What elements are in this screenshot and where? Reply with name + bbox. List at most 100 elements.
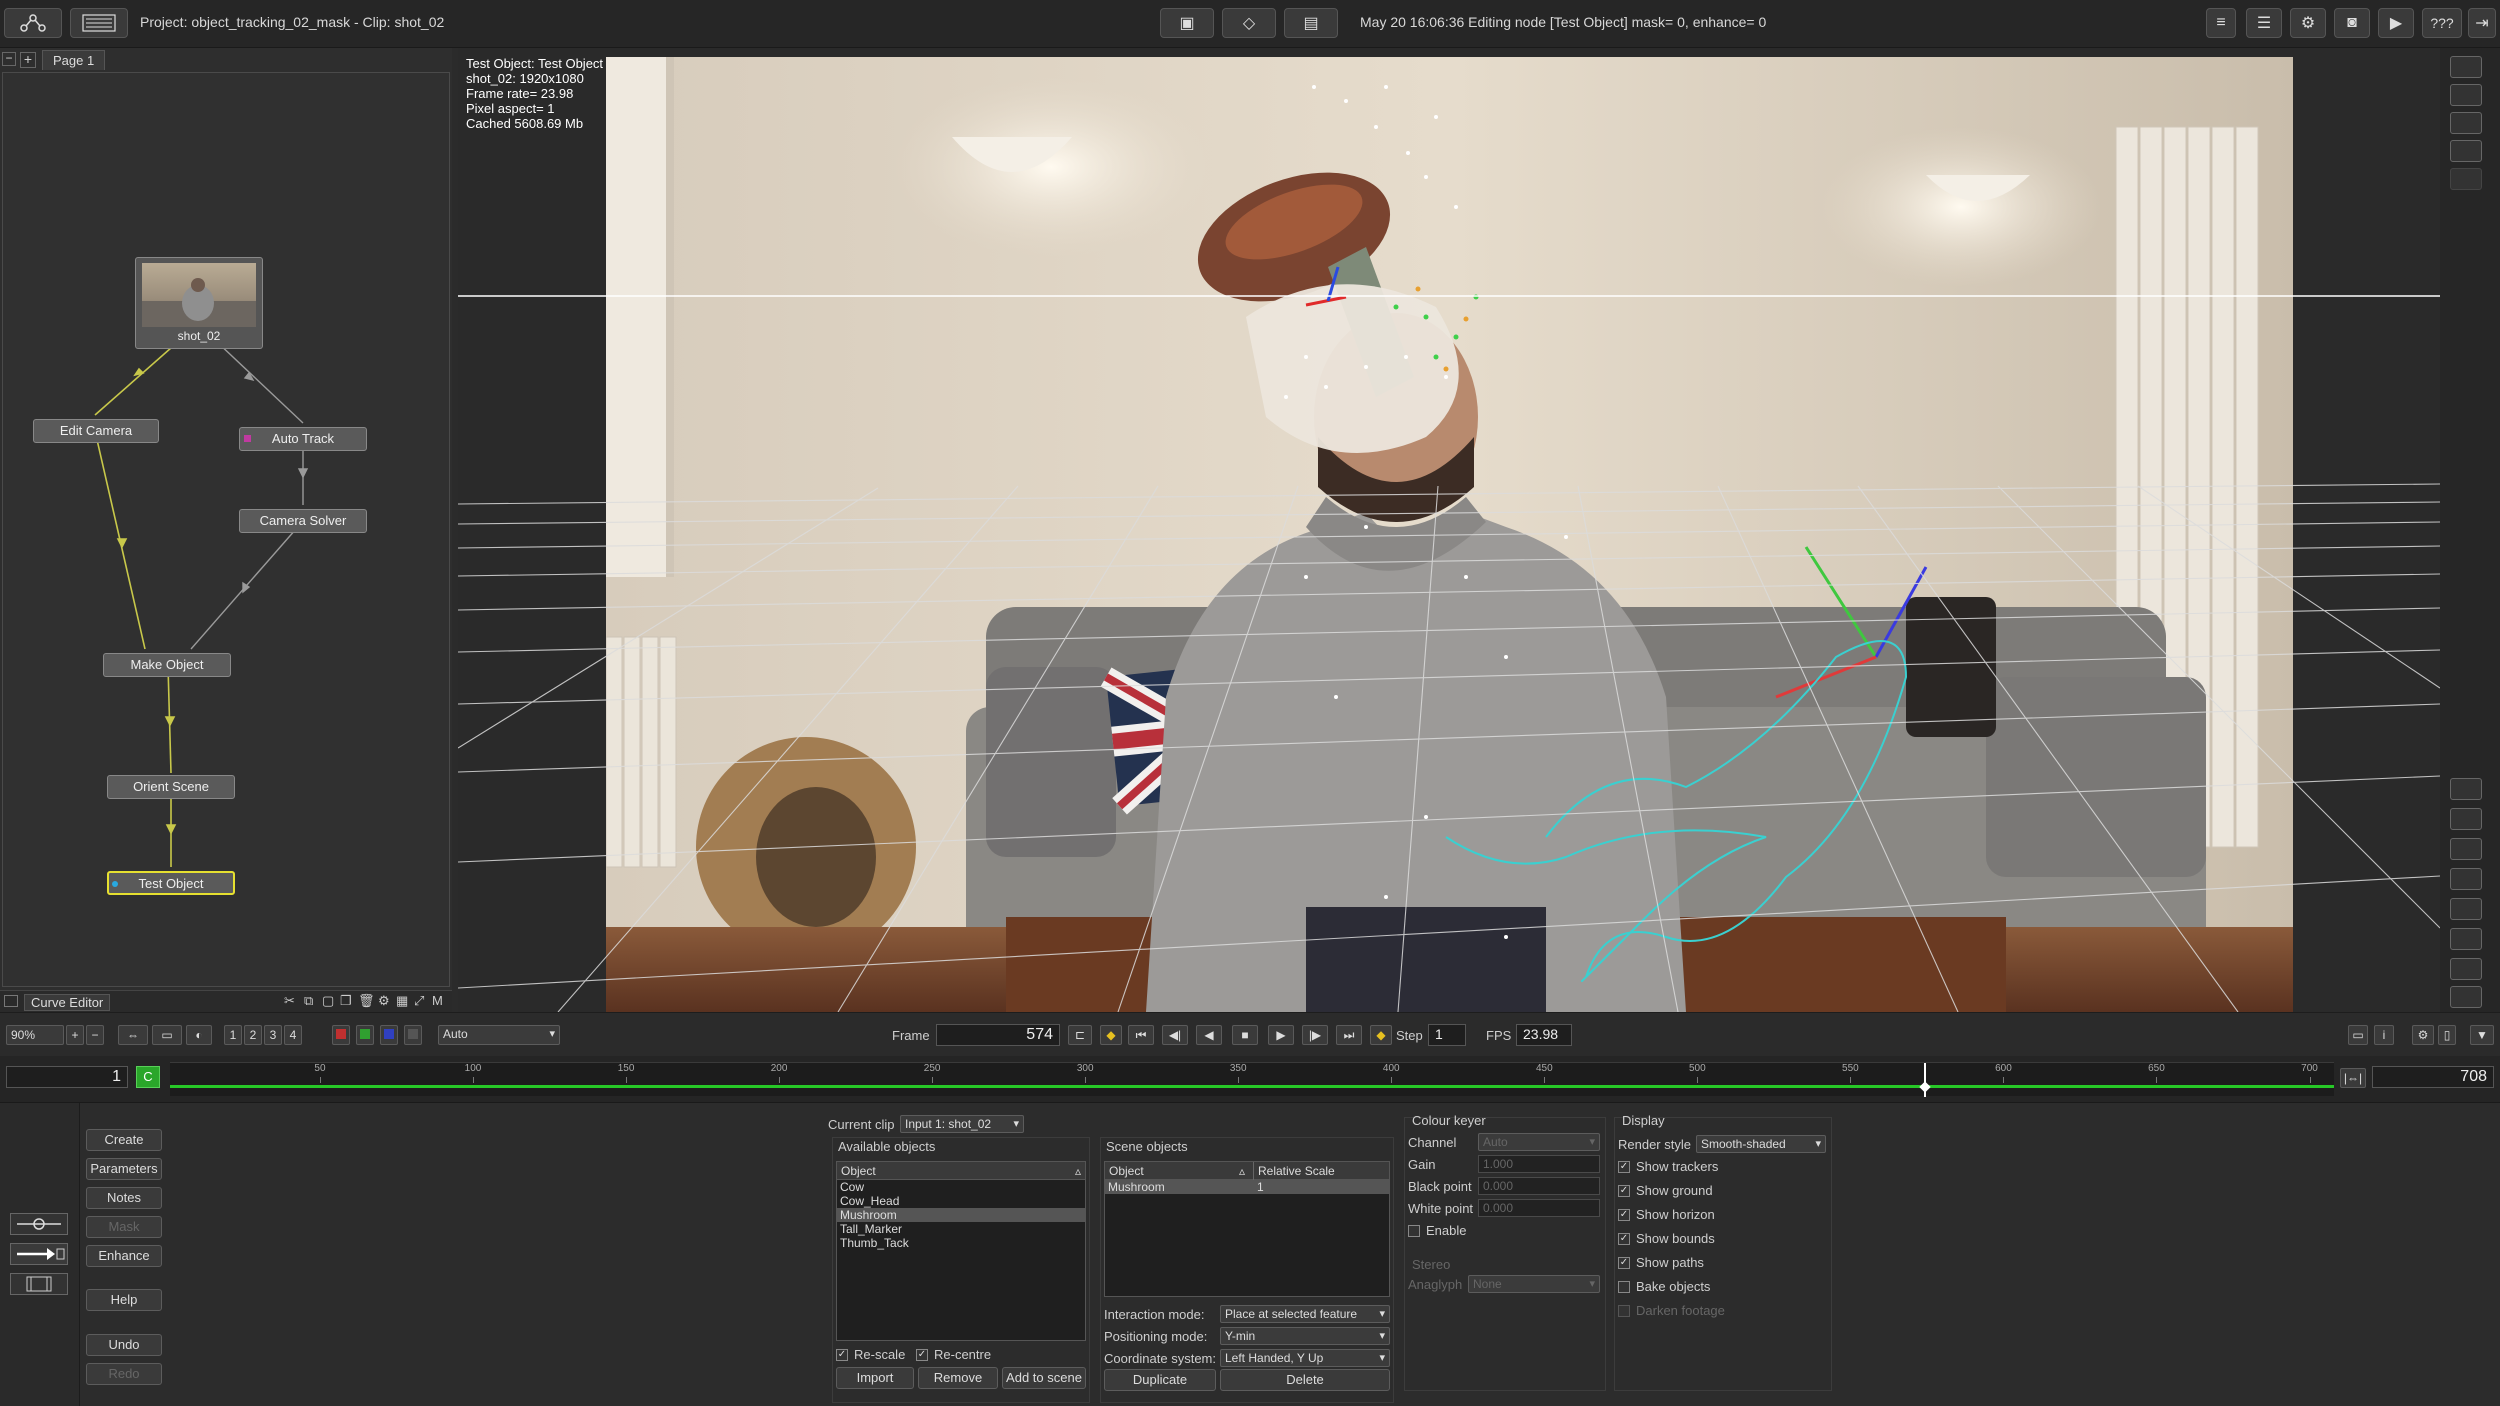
settings-small-icon[interactable]: ⚙ (378, 993, 390, 1009)
layout-button[interactable]: ☰ (2246, 8, 2282, 38)
list-item[interactable]: Cow (837, 1180, 1085, 1194)
notes-panel-button[interactable]: Notes (86, 1187, 162, 1209)
redo-button[interactable]: Redo (86, 1363, 162, 1385)
node-camera-solver[interactable]: Camera Solver (239, 509, 367, 533)
source-node-shot[interactable]: shot_02 (135, 257, 263, 349)
channel-select[interactable]: Auto (1478, 1133, 1600, 1151)
delete-node-icon[interactable]: 🗑 (358, 993, 375, 1009)
set-key-button[interactable]: ◆ (1100, 1025, 1122, 1045)
page-tab[interactable]: Page 1 (42, 50, 106, 70)
viewer-panel[interactable]: Test Object: Test Object shot_02: 1920x1… (458, 48, 2440, 1012)
show-horizon-checkbox[interactable]: ✓ (1618, 1209, 1630, 1221)
timeline-track[interactable]: 50 100 150 200 250 300 350 400 450 500 550 600 650 70… (170, 1062, 2334, 1097)
zoom-out-button[interactable]: − (86, 1025, 104, 1045)
current-clip-select[interactable]: Input 1: shot_02 (900, 1115, 1024, 1133)
camera-mode-button[interactable]: ▣ (1160, 8, 1214, 38)
zoom-in-button[interactable]: + (66, 1025, 84, 1045)
grid-icon[interactable] (2450, 928, 2482, 950)
render-style-select[interactable]: Smooth-shaded (1696, 1135, 1826, 1153)
pin-button[interactable]: ▯ (2438, 1025, 2456, 1045)
interaction-mode-select[interactable]: Place at selected feature (1220, 1305, 1390, 1323)
go-start-button[interactable]: ⏮ (1128, 1025, 1154, 1045)
info-button[interactable]: i (2374, 1025, 2394, 1045)
node-auto-track[interactable]: Auto Track (239, 427, 367, 451)
black-point-input[interactable]: 0.000 (1478, 1177, 1600, 1195)
node-orient-scene[interactable]: Orient Scene (107, 775, 235, 799)
show-bounds-checkbox[interactable]: ✓ (1618, 1233, 1630, 1245)
recentre-checkbox[interactable]: ✓ (916, 1349, 928, 1361)
play-forward-button[interactable]: ▶ (1268, 1025, 1294, 1045)
slider-mode-button[interactable] (10, 1213, 68, 1235)
waveform-icon[interactable] (2450, 868, 2482, 890)
next-key-button[interactable]: ◆ (1370, 1025, 1392, 1045)
parameters-button[interactable]: Parameters (86, 1158, 162, 1180)
fit-frame-button[interactable]: ▭ (152, 1025, 182, 1045)
red-channel-button[interactable] (332, 1025, 350, 1045)
snapshot-button[interactable]: ◙ (2334, 8, 2370, 38)
cut-icon[interactable]: ✂ (284, 993, 295, 1009)
orbit-icon[interactable] (2450, 778, 2482, 800)
fps-input[interactable]: 23.98 (1516, 1024, 1572, 1046)
compare-button[interactable]: ▭ (2348, 1025, 2368, 1045)
lock-icon[interactable] (2450, 168, 2482, 190)
cache-marker-button[interactable]: C (136, 1066, 160, 1088)
list-item[interactable]: Thumb_Tack (837, 1236, 1085, 1250)
go-end-button[interactable]: ⏭ (1336, 1025, 1362, 1045)
exit-button[interactable]: ⇥ (2468, 8, 2496, 38)
white-point-input[interactable]: 0.000 (1478, 1199, 1600, 1217)
enhance-button[interactable]: Enhance (86, 1245, 162, 1267)
gain-input[interactable]: 1.000 (1478, 1155, 1600, 1173)
node-graph-canvas[interactable]: shot_02 Edit Camera Auto Track Camera So… (2, 72, 450, 987)
export-mode-button[interactable]: ▤ (1284, 8, 1338, 38)
node-edit-camera[interactable]: Edit Camera (33, 419, 159, 443)
show-trackers-checkbox[interactable]: ✓ (1618, 1161, 1630, 1173)
view-button-3[interactable]: 3 (264, 1025, 282, 1045)
node-test-object[interactable]: Test Object (107, 871, 235, 895)
link-mode-button[interactable] (10, 1243, 68, 1265)
channel-mode-select[interactable]: Auto (438, 1025, 560, 1045)
enable-keyer-checkbox[interactable] (1408, 1225, 1420, 1237)
stop-button[interactable]: ■ (1232, 1025, 1258, 1045)
list-item[interactable]: Cow_Head (837, 1194, 1085, 1208)
step-forward-button[interactable]: |▶ (1302, 1025, 1328, 1045)
add-to-scene-button[interactable]: Add to scene (1002, 1367, 1086, 1389)
help-button[interactable]: ??? (2422, 8, 2462, 38)
list-item-selected[interactable]: Mushroom (837, 1208, 1085, 1222)
film-strip-icon[interactable] (2450, 808, 2482, 830)
split-view-icon[interactable] (2450, 84, 2482, 106)
delete-button[interactable]: Delete (1220, 1369, 1390, 1391)
step-back-button[interactable]: ◀| (1162, 1025, 1188, 1045)
available-objects-header[interactable]: Object ▵ (837, 1162, 1085, 1180)
stereo-mode-button[interactable] (10, 1273, 68, 1295)
view-button-1[interactable]: 1 (224, 1025, 242, 1045)
curve-editor-button[interactable]: Curve Editor (24, 994, 111, 1011)
macro-icon[interactable]: M (432, 993, 443, 1008)
view-button-4[interactable]: 4 (284, 1025, 302, 1045)
brightness-icon[interactable] (2450, 986, 2482, 1008)
list-item[interactable]: Tall_Marker (837, 1222, 1085, 1236)
copy-icon[interactable]: ⧉ (304, 993, 313, 1009)
show-paths-checkbox[interactable]: ✓ (1618, 1257, 1630, 1269)
fit-view-icon[interactable]: ⤢ (414, 993, 424, 1009)
zoom-select[interactable]: 90% (6, 1025, 64, 1045)
table-row[interactable]: Mushroom 1 (1105, 1180, 1389, 1194)
paste-icon[interactable]: ▢ (322, 993, 334, 1009)
add-page-button[interactable]: + (20, 52, 36, 68)
duplicate-button[interactable]: Duplicate (1104, 1369, 1216, 1391)
timeline[interactable]: 1 C 50 100 150 200 250 300 350 400 450 500 550 600 6… (0, 1056, 2500, 1102)
histogram-icon[interactable] (2450, 838, 2482, 860)
rescale-checkbox[interactable]: ✓ (836, 1349, 848, 1361)
darken-footage-checkbox[interactable] (1618, 1305, 1630, 1317)
play-backward-button[interactable]: ◀ (1196, 1025, 1222, 1045)
node-graph-view-button[interactable] (4, 8, 62, 38)
object-mode-button[interactable]: ◇ (1222, 8, 1276, 38)
scene-objects-table[interactable]: Object ▵ Relative Scale Mushroom 1 (1104, 1161, 1390, 1297)
mask-view-button[interactable]: ◐ (186, 1025, 212, 1045)
remove-button[interactable]: Remove (918, 1367, 998, 1389)
import-button[interactable]: Import (836, 1367, 914, 1389)
loop-button[interactable]: ⊏ (1068, 1025, 1092, 1045)
frame-input[interactable]: 574 (936, 1024, 1060, 1046)
collapse-pages-button[interactable]: − (2, 52, 16, 66)
bake-objects-checkbox[interactable] (1618, 1281, 1630, 1293)
coordinate-system-select[interactable]: Left Handed, Y Up (1220, 1349, 1390, 1367)
